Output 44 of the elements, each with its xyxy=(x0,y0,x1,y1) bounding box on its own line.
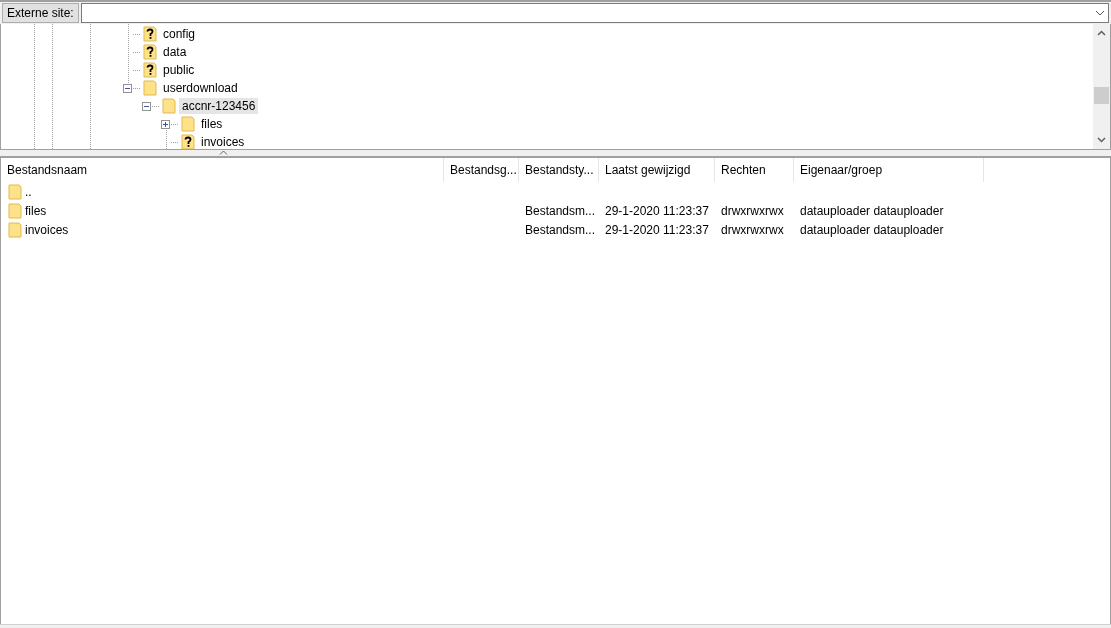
unknown-folder-icon xyxy=(143,26,157,42)
table-cell: datauploader datauploader xyxy=(800,222,944,237)
unknown-folder-icon xyxy=(143,44,157,60)
table-cell: 29-1-2020 11:23:37 xyxy=(605,222,709,237)
tree-item[interactable]: files xyxy=(198,116,226,132)
collapse-toggle-icon[interactable] xyxy=(142,101,151,111)
folder-icon xyxy=(8,202,22,219)
folder-icon xyxy=(181,116,195,132)
table-cell: drwxrwxrwx xyxy=(721,203,784,218)
folder-icon xyxy=(8,221,22,238)
column-header[interactable]: Bestandsty... xyxy=(519,158,599,182)
unknown-folder-icon xyxy=(143,62,157,78)
table-cell: datauploader datauploader xyxy=(800,203,944,218)
column-header[interactable]: Bestandsnaam xyxy=(1,158,444,182)
column-header[interactable]: Rechten xyxy=(715,158,794,182)
column-header[interactable]: Bestandsg... xyxy=(444,158,519,182)
table-cell: Bestandsm... xyxy=(525,203,596,218)
unknown-folder-icon xyxy=(181,134,195,149)
folder-icon xyxy=(143,80,157,96)
site-combo-field[interactable] xyxy=(80,3,1109,23)
sort-caret-icon xyxy=(219,150,228,155)
scroll-down-icon[interactable] xyxy=(1097,137,1106,143)
file-name[interactable]: files xyxy=(25,203,47,218)
chevron-down-icon xyxy=(1095,10,1105,16)
tree-item[interactable]: accnr-123456 xyxy=(179,98,259,114)
column-header[interactable]: Laatst gewijzigd xyxy=(599,158,715,182)
expand-toggle-icon[interactable] xyxy=(161,119,170,129)
tree-item[interactable]: public xyxy=(160,62,198,78)
file-name[interactable]: invoices xyxy=(25,222,69,237)
tree-item[interactable]: config xyxy=(160,26,199,42)
tree-item[interactable]: invoices xyxy=(198,134,248,149)
collapse-toggle-icon[interactable] xyxy=(123,83,132,93)
table-cell: drwxrwxrwx xyxy=(721,222,784,237)
scroll-up-icon[interactable] xyxy=(1097,30,1106,36)
table-cell: 29-1-2020 11:23:37 xyxy=(605,203,709,218)
column-header[interactable]: Eigenaar/groep xyxy=(794,158,984,182)
site-label: Externe site: xyxy=(2,3,79,23)
table-cell: Bestandsm... xyxy=(525,222,596,237)
file-name[interactable]: .. xyxy=(25,184,32,199)
folder-icon xyxy=(8,183,22,200)
scroll-thumb[interactable] xyxy=(1094,87,1109,104)
folder-icon xyxy=(162,98,176,114)
tree-item[interactable]: data xyxy=(160,44,190,60)
tree-item[interactable]: userdownload xyxy=(160,80,241,96)
